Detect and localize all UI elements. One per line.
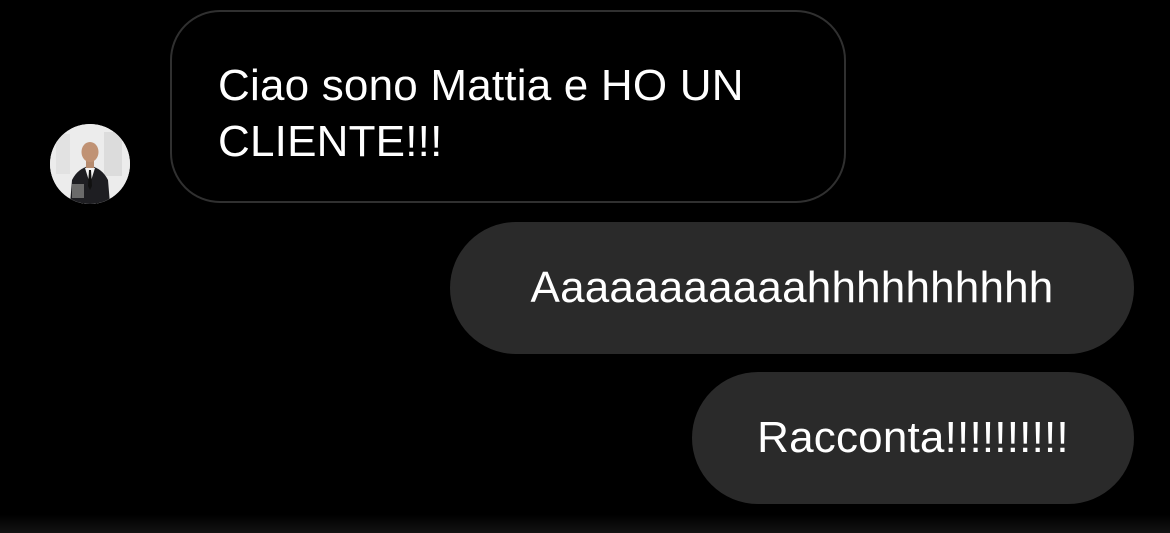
sender-avatar[interactable] bbox=[50, 124, 130, 204]
person-avatar-icon bbox=[50, 124, 130, 204]
message-thread: Ciao sono Mattia e HO UN CLIENTE!!! Aaaa… bbox=[0, 0, 1170, 533]
outgoing-message-text: Racconta!!!!!!!!!! bbox=[757, 413, 1069, 462]
outgoing-message-text: Aaaaaaaaaaahhhhhhhhhh bbox=[530, 263, 1054, 312]
outgoing-message-bubble[interactable]: Racconta!!!!!!!!!! bbox=[692, 372, 1134, 504]
incoming-message-text: Ciao sono Mattia e HO UN CLIENTE!!! bbox=[218, 61, 744, 166]
incoming-message-bubble[interactable]: Ciao sono Mattia e HO UN CLIENTE!!! bbox=[170, 10, 846, 203]
bottom-fade bbox=[0, 515, 1170, 533]
outgoing-message-bubble[interactable]: Aaaaaaaaaaahhhhhhhhhh bbox=[450, 222, 1134, 354]
